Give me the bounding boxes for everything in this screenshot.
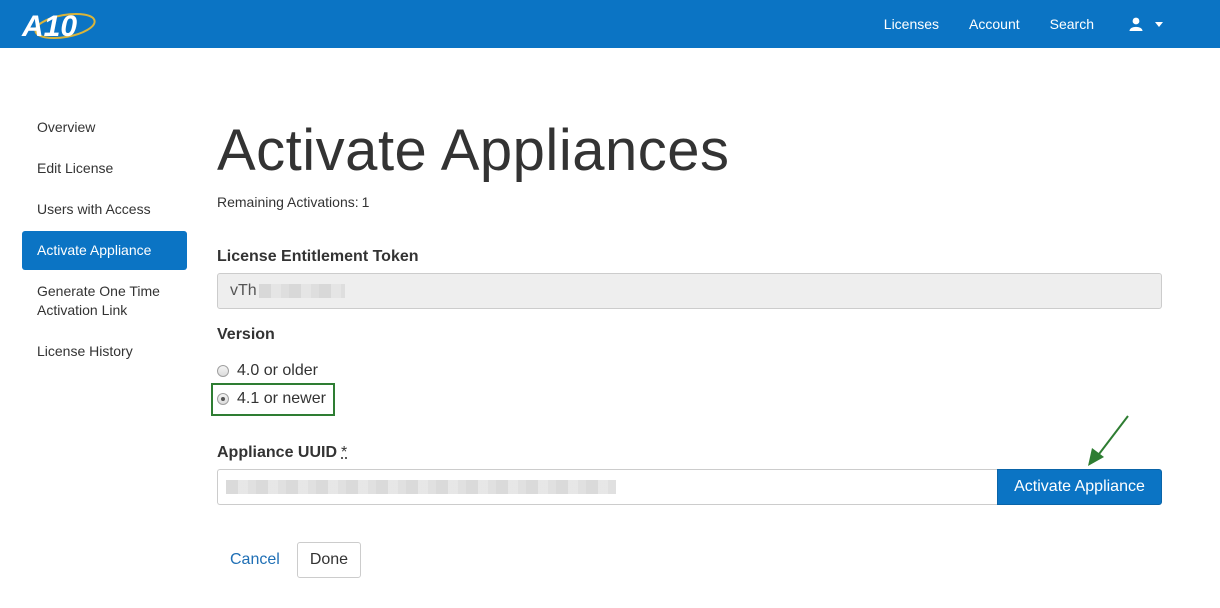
- uuid-label: Appliance UUID *: [217, 444, 347, 462]
- a10-logo[interactable]: A10: [20, 4, 100, 44]
- remaining-activations: Remaining Activations: 1: [217, 194, 369, 210]
- token-value: vTh: [230, 282, 257, 299]
- done-button[interactable]: Done: [296, 542, 362, 578]
- nav-account[interactable]: Account: [954, 16, 1035, 32]
- user-icon: [1129, 17, 1143, 31]
- chevron-down-icon: [1155, 21, 1163, 27]
- token-label: License Entitlement Token: [217, 248, 419, 265]
- sidebar-item-edit-license[interactable]: Edit License: [22, 149, 187, 188]
- required-mark: *: [341, 444, 348, 461]
- main-content: Activate Appliances Remaining Activation…: [211, 118, 1162, 578]
- nav-links: Licenses Account Search: [869, 0, 1220, 48]
- user-menu-toggle[interactable]: [1109, 17, 1220, 31]
- page-title: Activate Appliances: [217, 118, 730, 183]
- radio-4-1-newer[interactable]: [217, 393, 229, 405]
- activate-appliance-button[interactable]: Activate Appliance: [997, 469, 1162, 505]
- remaining-count: 1: [361, 194, 370, 210]
- redacted-uuid: [226, 480, 616, 494]
- version-option-label: 4.1 or newer: [237, 390, 326, 407]
- version-option-label: 4.0 or older: [237, 362, 318, 379]
- version-label: Version: [217, 326, 275, 343]
- sidebar-item-license-history[interactable]: License History: [22, 332, 187, 371]
- license-token-field[interactable]: vTh: [217, 273, 1162, 309]
- version-option-4-0-older[interactable]: 4.0 or older: [217, 362, 318, 380]
- sidebar-nav: Overview Edit License Users with Access …: [22, 108, 187, 373]
- redacted-token: [258, 284, 345, 298]
- form-actions: Cancel Done: [217, 542, 362, 578]
- nav-licenses[interactable]: Licenses: [869, 16, 954, 32]
- arrow-annotation-icon: [1088, 415, 1129, 466]
- appliance-uuid-input[interactable]: [217, 469, 997, 505]
- nav-search[interactable]: Search: [1035, 16, 1109, 32]
- version-option-4-1-newer[interactable]: 4.1 or newer: [217, 390, 326, 408]
- uuid-input-group: Activate Appliance: [217, 469, 1162, 505]
- uuid-label-text: Appliance UUID: [217, 444, 338, 461]
- svg-text:A10: A10: [21, 10, 77, 43]
- sidebar-item-generate-activation-link[interactable]: Generate One Time Activation Link: [22, 272, 187, 330]
- remaining-label: Remaining Activations:: [217, 194, 359, 210]
- sidebar-item-activate-appliance[interactable]: Activate Appliance: [22, 231, 187, 270]
- radio-4-0-older[interactable]: [217, 365, 229, 377]
- cancel-link[interactable]: Cancel: [217, 551, 293, 569]
- sidebar-item-users-with-access[interactable]: Users with Access: [22, 190, 187, 229]
- top-navbar: A10 Licenses Account Search: [0, 0, 1220, 48]
- sidebar-item-overview[interactable]: Overview: [22, 108, 187, 147]
